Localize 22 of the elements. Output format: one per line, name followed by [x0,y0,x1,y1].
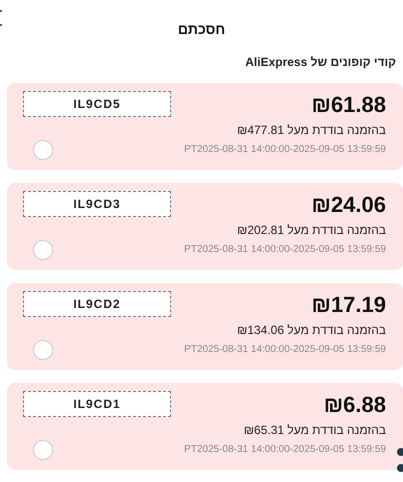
coupon-code[interactable]: IL9CD1 [23,391,171,417]
coupon-code[interactable]: IL9CD2 [23,291,171,317]
coupon-condition: בהזמנה בודדת מעל ₪134.06 [237,322,386,338]
section-title: קודי קופונים של AliExpress [244,54,396,71]
validity-period: PT2025-08-31 14:00:00-2025-09-05 13:59:59 [184,343,386,357]
coupon-code[interactable]: IL9CD5 [23,91,171,117]
coupon-condition: בהזמנה בודדת מעל ₪202.81 [237,222,386,238]
radio-button[interactable] [33,340,53,360]
validity-period: PT2025-08-31 14:00:00-2025-09-05 13:59:59 [184,443,386,457]
validity-period: PT2025-08-31 14:00:00-2025-09-05 13:59:59 [184,243,386,257]
coupon-condition: בהזמנה בודדת מעל ₪65.31 [244,422,386,438]
coupon-amount: ₪24.06 [312,191,386,219]
validity-period: PT2025-08-31 14:00:00-2025-09-05 13:59:59 [184,143,386,157]
radio-button[interactable] [33,440,53,460]
coupon-condition: בהזמנה בודדת מעל ₪477.81 [237,122,386,138]
radio-button[interactable] [33,240,53,260]
coupon-code[interactable]: IL9CD3 [23,191,171,217]
radio-button[interactable] [33,140,53,160]
page-title: חסכתם [178,20,226,39]
coupon-amount: ₪6.88 [324,391,386,419]
coupon-amount: ₪17.19 [312,291,386,319]
coupon-amount: ₪61.88 [312,91,386,119]
